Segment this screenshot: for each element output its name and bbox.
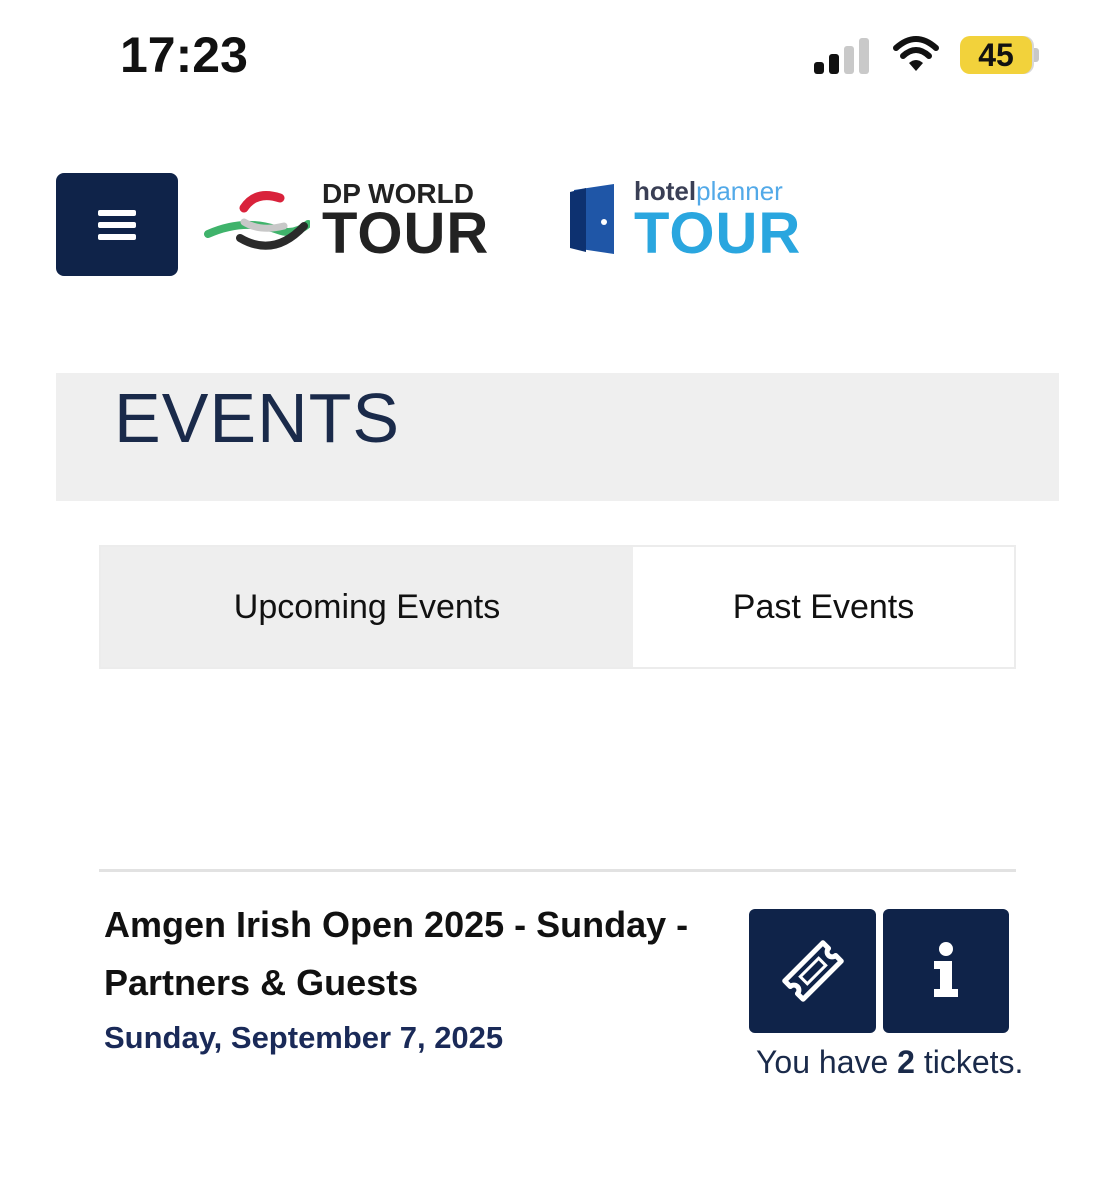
hotelplanner-tour-logo[interactable]: hotelplanner TOUR (566, 170, 826, 270)
hotelplanner-tour-text: TOUR (634, 201, 802, 266)
dp-world-tour-logo[interactable]: DP WORLD TOUR (204, 170, 504, 270)
event-date: Sunday, September 7, 2025 (104, 1020, 504, 1055)
event-title[interactable]: Amgen Irish Open 2025 - Sunday - Partner… (104, 896, 704, 1012)
signal-icon (814, 38, 869, 74)
tab-upcoming-events[interactable]: Upcoming Events (101, 547, 633, 667)
ticket-icon (781, 940, 844, 1002)
info-button[interactable] (883, 909, 1009, 1033)
hamburger-icon (98, 204, 136, 246)
ticket-button[interactable] (749, 909, 876, 1033)
ticket-count-note: You have 2 tickets. (756, 1044, 1024, 1080)
page-title: EVENTS (114, 379, 401, 457)
battery-icon: 45 (960, 36, 1032, 74)
event-tabs: Upcoming Events Past Events (99, 545, 1016, 669)
wifi-icon (893, 36, 939, 71)
battery-level: 45 (978, 36, 1014, 73)
menu-button[interactable] (56, 173, 178, 276)
status-time: 17:23 (120, 27, 248, 83)
divider (99, 869, 1016, 872)
dp-tour-text: TOUR (322, 201, 490, 266)
battery-cap (1034, 48, 1039, 62)
ticket-count: 2 (897, 1044, 915, 1080)
door-icon (570, 184, 614, 254)
info-icon (934, 942, 958, 997)
tab-past-events[interactable]: Past Events (633, 547, 1014, 667)
dp-world-swoosh-icon (204, 191, 310, 250)
